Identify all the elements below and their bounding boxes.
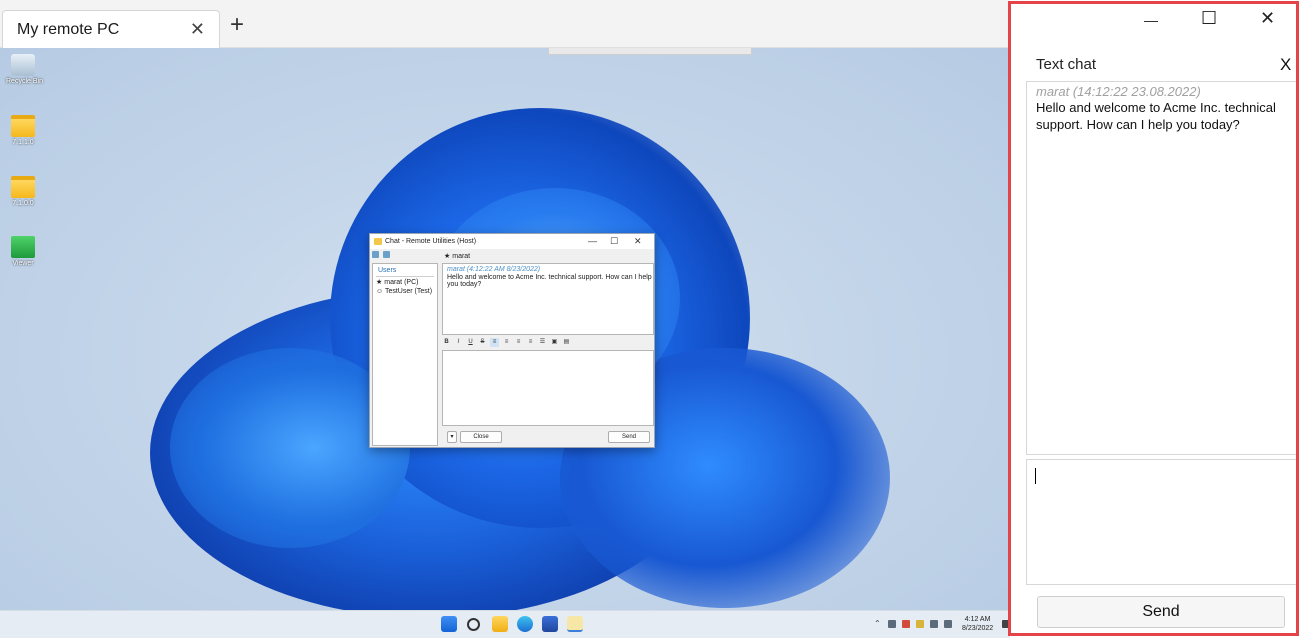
bold-button[interactable]: B <box>442 338 451 347</box>
viewer-app-icon <box>11 236 35 258</box>
desktop-icon-viewer[interactable]: Viewer <box>6 236 40 267</box>
close-button[interactable]: Close <box>460 431 502 443</box>
desktop-icon-label: 7.1.0.0 <box>12 200 34 207</box>
tray-app-icon[interactable] <box>902 620 910 628</box>
chat-app-taskbar-icon[interactable] <box>567 616 583 632</box>
send-button[interactable]: Send <box>1037 596 1285 628</box>
desktop-icon-label: 7.1.1.0 <box>12 139 34 146</box>
text-chat-panel: — ☐ ✕ Text chat X marat (14:12:22 23.08.… <box>1010 0 1300 638</box>
maximize-icon[interactable]: ☐ <box>610 236 618 247</box>
text-caret <box>1035 468 1036 484</box>
file-explorer-icon[interactable] <box>492 616 508 632</box>
new-tab-button[interactable]: + <box>230 13 244 37</box>
user-list-icon[interactable] <box>372 251 379 258</box>
taskbar: ⌃ 4:12 AM 8/23/2022 <box>0 610 1010 638</box>
desktop-icon-folder-7110[interactable]: 7.1.1.0 <box>6 115 40 146</box>
tab-my-remote-pc[interactable]: My remote PC ✕ <box>2 10 220 48</box>
options-dropdown[interactable]: ▾ <box>447 431 457 443</box>
store-icon[interactable] <box>542 616 558 632</box>
maximize-icon[interactable]: ☐ <box>1201 8 1217 28</box>
tab-strip: My remote PC ✕ + <box>0 0 1010 48</box>
system-clock[interactable]: 4:12 AM 8/23/2022 <box>962 615 993 633</box>
refresh-icon[interactable] <box>383 251 390 258</box>
minimize-icon[interactable]: — <box>1144 10 1158 30</box>
insert-image-icon[interactable]: ▣ <box>550 338 559 347</box>
list-icon[interactable]: ☰ <box>538 338 547 347</box>
peer-label: ★ marat <box>444 253 471 260</box>
network-status-icon[interactable] <box>888 620 896 628</box>
panel-title: Text chat <box>1036 56 1097 73</box>
peer-name: marat <box>452 253 471 260</box>
tab-close-icon[interactable]: ✕ <box>190 20 205 38</box>
folder-icon <box>11 176 35 198</box>
edge-browser-icon[interactable] <box>517 616 533 632</box>
chat-app-icon <box>374 238 382 245</box>
users-header: Users <box>378 267 397 274</box>
message-body: Hello and welcome to Acme Inc. technical… <box>1036 100 1276 132</box>
chat-message-input[interactable] <box>1026 459 1297 585</box>
message-meta: marat (4:12:22 AM 8/23/2022) <box>447 266 541 273</box>
folder-icon <box>11 115 35 137</box>
notifications-icon[interactable] <box>1002 620 1010 628</box>
message-body: Hello and welcome to Acme Inc. technical… <box>447 274 652 288</box>
chat-history[interactable]: marat (14:12:22 23.08.2022) Hello and we… <box>1026 81 1297 455</box>
start-icon[interactable] <box>441 616 457 632</box>
close-chat-icon[interactable]: X <box>1280 55 1291 75</box>
insert-file-icon[interactable]: ▤ <box>562 338 571 347</box>
desktop-icon-label: Viewer <box>12 260 34 267</box>
host-chat-toolbar <box>372 251 442 261</box>
desktop-icon-folder-7100[interactable]: 7.1.0.0 <box>6 176 40 207</box>
strikethrough-button[interactable]: S <box>478 338 487 347</box>
send-button[interactable]: Send <box>608 431 650 443</box>
tray-overflow-icon[interactable]: ⌃ <box>874 619 881 628</box>
user-name: TestUser (Test) <box>384 288 433 295</box>
user-item[interactable]: ★ marat (PC) <box>376 278 418 286</box>
user-name: marat (PC) <box>384 279 419 286</box>
tray-chat-icon[interactable] <box>916 620 924 628</box>
divider <box>376 276 434 277</box>
host-chat-log[interactable]: marat (4:12:22 AM 8/23/2022) Hello and w… <box>442 263 654 335</box>
align-right-icon[interactable]: ≡ <box>514 338 523 347</box>
justify-icon[interactable]: ≡ <box>526 338 535 347</box>
users-list[interactable]: Users ★ marat (PC) ☺ TestUser (Test) <box>372 263 438 446</box>
format-toolbar: B I U S ≡ ≡ ≡ ≡ ☰ ▣ ▤ <box>442 338 654 348</box>
italic-button[interactable]: I <box>454 338 463 347</box>
minimize-icon[interactable]: — <box>588 236 597 246</box>
host-chat-titlebar[interactable]: Chat - Remote Utilities (Host) — ☐ ✕ <box>370 234 654 249</box>
host-chat-window[interactable]: Chat - Remote Utilities (Host) — ☐ ✕ Use… <box>369 233 655 448</box>
close-window-icon[interactable]: ✕ <box>1260 8 1275 28</box>
remote-desktop[interactable]: Recycle Bin 7.1.1.0 7.1.0.0 Viewer Chat … <box>0 48 1010 610</box>
underline-button[interactable]: U <box>466 338 475 347</box>
search-icon[interactable] <box>467 618 480 631</box>
host-chat-title: Chat - Remote Utilities (Host) <box>385 238 477 245</box>
close-icon[interactable]: ✕ <box>634 236 642 247</box>
desktop-icon-label: Recycle Bin <box>6 78 43 85</box>
message-meta: marat (14:12:22 23.08.2022) <box>1036 84 1201 99</box>
clock-time: 4:12 AM <box>964 616 991 623</box>
tab-title: My remote PC <box>17 21 120 38</box>
clock-date: 8/23/2022 <box>962 625 994 632</box>
desktop-icon-recycle-bin[interactable]: Recycle Bin <box>6 54 43 85</box>
wifi-icon[interactable] <box>930 620 938 628</box>
recycle-bin-icon <box>11 54 35 76</box>
align-center-icon[interactable]: ≡ <box>502 338 511 347</box>
host-chat-input[interactable] <box>442 350 654 426</box>
volume-icon[interactable] <box>944 620 952 628</box>
user-item[interactable]: ☺ TestUser (Test) <box>376 288 432 295</box>
align-left-icon[interactable]: ≡ <box>490 338 499 347</box>
remote-toolbar-handle[interactable] <box>548 48 752 55</box>
